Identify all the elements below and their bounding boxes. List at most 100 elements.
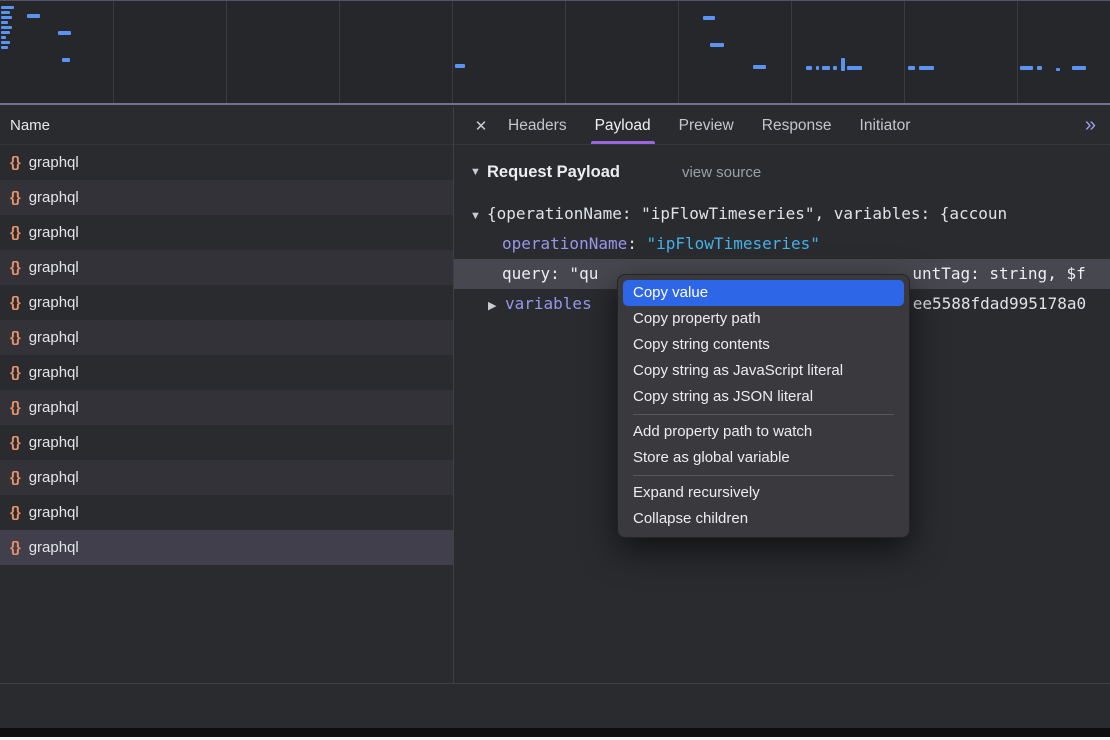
grid-line <box>339 1 340 103</box>
tab-preview[interactable]: Preview <box>665 107 748 144</box>
request-payload-section-header: ▼ Request Payload view source <box>470 159 1110 185</box>
section-expand-icon[interactable]: ▼ <box>470 166 487 178</box>
network-activity-bar <box>806 66 812 70</box>
payload-text: ee5588fdad995178a0 <box>913 294 1086 313</box>
request-row[interactable]: {} graphql <box>0 425 453 460</box>
menu-item[interactable]: Add property path to watch <box>623 419 904 445</box>
json-icon: {} <box>10 399 20 416</box>
tab-initiator[interactable]: Initiator <box>846 107 925 144</box>
grid-line <box>904 1 905 103</box>
request-row[interactable]: {} graphql <box>0 355 453 390</box>
request-row[interactable]: {}graphql <box>0 460 453 495</box>
grid-line <box>1017 1 1018 103</box>
context-menu: Copy valueCopy property pathCopy string … <box>617 274 910 538</box>
menu-item[interactable]: Copy value <box>623 280 904 306</box>
grid-line <box>452 1 453 103</box>
request-name: graphql <box>29 329 79 346</box>
more-tabs-icon[interactable]: » <box>1085 114 1110 137</box>
request-name: graphql <box>29 189 79 206</box>
request-name: graphql <box>29 294 79 311</box>
json-icon: {} <box>10 539 20 556</box>
menu-item[interactable]: Store as global variable <box>623 445 904 471</box>
payload-text: : <box>627 234 646 253</box>
request-name: graphql <box>29 224 79 241</box>
requests-panel: Name {}graphql{}graphql{}graphql{}graphq… <box>0 107 453 683</box>
menu-item[interactable]: Copy string as JSON literal <box>623 384 904 410</box>
payload-text: {operationName: "ipFlowTimeseries", vari… <box>487 204 1007 223</box>
payload-text: untTag: string, $f <box>912 264 1085 283</box>
section-title: Request Payload <box>487 163 620 182</box>
grid-line <box>791 1 792 103</box>
tab-payload[interactable]: Payload <box>581 107 665 144</box>
view-source-link[interactable]: view source <box>682 164 761 181</box>
name-column-header[interactable]: Name <box>0 107 453 145</box>
json-icon: {} <box>10 189 20 206</box>
tab-strip: HeadersPayloadPreviewResponseInitiator <box>494 107 924 144</box>
request-row[interactable]: {} graphql <box>0 250 453 285</box>
network-activity-bar <box>455 64 465 68</box>
window-bottom-bar <box>0 728 1110 737</box>
network-activity-bar <box>710 43 724 47</box>
json-icon: {} <box>10 504 20 521</box>
detail-tabbar: ✕ HeadersPayloadPreviewResponseInitiator… <box>454 107 1110 145</box>
network-activity-bar <box>703 16 715 20</box>
request-row[interactable]: {} graphql <box>0 180 453 215</box>
request-row[interactable]: {} graphql <box>0 145 453 180</box>
json-icon: {} <box>10 259 20 276</box>
network-activity-bar <box>847 66 862 70</box>
network-activity-bar <box>753 65 766 69</box>
network-activity-bar <box>1 6 14 9</box>
network-activity-bar <box>841 58 845 71</box>
payload-tree-row[interactable]: ▼{operationName: "ipFlowTimeseries", var… <box>454 199 1110 229</box>
json-icon: {} <box>10 364 20 381</box>
network-activity-bar <box>1072 66 1086 70</box>
footer-area <box>0 684 1110 728</box>
request-name: graphql <box>29 399 79 416</box>
payload-text: operationName <box>502 234 627 253</box>
network-activity-bar <box>1 36 6 39</box>
menu-item[interactable]: Expand recursively <box>623 480 904 506</box>
network-overview-timeline[interactable] <box>0 0 1110 105</box>
request-row[interactable]: {} graphql <box>0 530 453 565</box>
tab-response[interactable]: Response <box>748 107 846 144</box>
collapsed-arrow-icon[interactable]: ▶ <box>488 291 505 319</box>
payload-text: query: "qu <box>502 264 598 283</box>
menu-item[interactable]: Collapse children <box>623 506 904 532</box>
network-activity-bar <box>1 26 12 29</box>
request-row[interactable]: {} graphql <box>0 390 453 425</box>
request-name: graphql <box>29 539 79 556</box>
expanded-arrow-icon[interactable]: ▼ <box>470 201 487 229</box>
network-activity-bar <box>1 11 10 14</box>
request-name: graphql <box>29 259 79 276</box>
network-activity-bar <box>908 66 915 70</box>
json-icon: {} <box>10 329 20 346</box>
menu-item[interactable]: Copy property path <box>623 306 904 332</box>
network-activity-bar <box>816 66 819 70</box>
grid-line <box>565 1 566 103</box>
network-activity-bar <box>27 14 40 18</box>
request-row[interactable]: {} graphql <box>0 320 453 355</box>
request-name: graphql <box>29 434 79 451</box>
payload-tree-row[interactable]: operationName: "ipFlowTimeseries" <box>454 229 1110 259</box>
network-activity-bar <box>1 31 10 34</box>
network-activity-bar <box>1 16 12 19</box>
request-row[interactable]: {}graphql <box>0 285 453 320</box>
network-activity-bar <box>62 58 70 62</box>
json-icon: {} <box>10 434 20 451</box>
request-name: graphql <box>29 364 79 381</box>
request-list: {} graphql {} graphql {} graphql {} graphql {} gr… <box>0 145 453 565</box>
request-name: graphql <box>29 154 79 171</box>
request-name: graphql <box>29 469 79 486</box>
tab-headers[interactable]: Headers <box>494 107 581 144</box>
close-icon[interactable]: ✕ <box>468 117 494 135</box>
json-icon: {} <box>10 154 20 171</box>
network-activity-bar <box>58 31 71 35</box>
network-activity-bar <box>1056 68 1060 71</box>
menu-separator <box>633 414 894 415</box>
request-row[interactable]: {}graphql <box>0 215 453 250</box>
network-activity-bar <box>1 46 8 49</box>
request-row[interactable]: {}graphql <box>0 495 453 530</box>
menu-item[interactable]: Copy string contents <box>623 332 904 358</box>
payload-text: "ipFlowTimeseries" <box>647 234 820 253</box>
menu-item[interactable]: Copy string as JavaScript literal <box>623 358 904 384</box>
